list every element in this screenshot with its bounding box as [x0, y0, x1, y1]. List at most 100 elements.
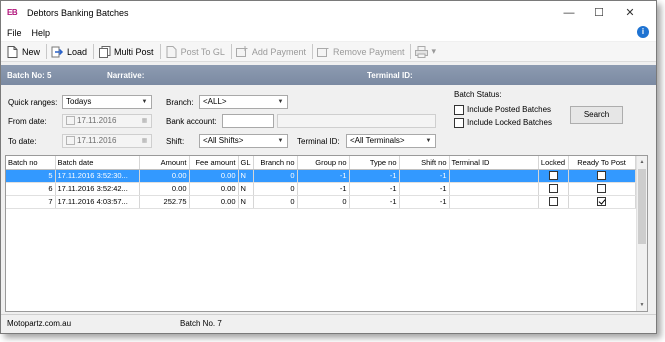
cell-gl: N — [238, 169, 254, 183]
table-row[interactable]: 5 17.11.2016 3:52:30... 0.00 0.00 N 0 -1 -1 -1 — [6, 169, 636, 183]
scroll-down-icon[interactable]: ▼ — [637, 299, 647, 311]
status-batch: Batch No. 7 — [180, 319, 222, 328]
empty-cell — [297, 208, 349, 221]
empty-cell — [55, 260, 139, 273]
add-payment-button[interactable]: Add Payment — [234, 43, 310, 61]
close-button[interactable]: ✕ — [615, 1, 645, 24]
grid-vertical-scrollbar[interactable]: ▲ ▼ — [636, 156, 647, 311]
cell-group-no: -1 — [297, 182, 350, 196]
empty-cell — [297, 234, 349, 247]
new-button[interactable]: New — [4, 43, 44, 61]
column-header[interactable]: Branch no — [253, 156, 298, 170]
empty-cell — [55, 234, 139, 247]
shift-label: Shift: — [166, 137, 185, 146]
empty-cell — [349, 247, 399, 260]
cell-amount: 0.00 — [139, 182, 190, 196]
column-header[interactable]: Shift no — [399, 156, 450, 170]
quick-ranges-select[interactable]: Todays ▼ — [62, 95, 152, 109]
column-header[interactable]: Locked — [538, 156, 569, 170]
empty-cell — [238, 234, 253, 247]
empty-cell — [238, 208, 253, 221]
include-locked-checkbox[interactable] — [454, 118, 464, 128]
to-date-picker[interactable]: 17.11.2016 ▦ — [62, 134, 152, 148]
empty-cell — [238, 286, 253, 299]
empty-cell — [399, 273, 449, 286]
print-dropdown-button[interactable]: ▾ — [413, 43, 440, 61]
maximize-button[interactable]: ☐ — [584, 1, 614, 24]
ready-to-post-checkbox[interactable] — [597, 184, 607, 194]
cell-locked — [538, 195, 569, 209]
empty-cell — [238, 273, 253, 286]
column-header[interactable]: Ready To Post — [568, 156, 636, 170]
bank-account-label: Bank account: — [166, 117, 217, 126]
batch-no-info: Batch No: 5 — [7, 70, 52, 80]
column-header[interactable]: Group no — [297, 156, 350, 170]
table-row[interactable]: 6 17.11.2016 3:52:42... 0.00 0.00 N 0 -1 -1 -1 — [6, 182, 636, 196]
scroll-thumb[interactable] — [638, 169, 646, 244]
empty-cell — [297, 247, 349, 260]
branch-select[interactable]: <ALL> ▼ — [199, 95, 288, 109]
empty-cell — [568, 247, 635, 260]
terminal-id-select[interactable]: <All Terminals> ▼ — [346, 134, 436, 148]
new-document-icon — [6, 45, 19, 58]
menu-help[interactable]: Help — [32, 28, 51, 38]
empty-cell — [253, 247, 297, 260]
info-icon[interactable]: i — [637, 26, 649, 38]
remove-payment-button[interactable]: Remove Payment — [315, 43, 409, 61]
empty-cell — [139, 299, 189, 312]
search-button[interactable]: Search — [570, 106, 623, 124]
empty-cell — [399, 299, 449, 312]
table-row[interactable]: 7 17.11.2016 4:03:57... 252.75 0.00 N 0 0 -1 -1 — [6, 195, 636, 209]
load-label: Load — [67, 46, 88, 57]
to-date-enable-checkbox[interactable] — [66, 136, 75, 145]
include-posted-checkbox[interactable] — [454, 105, 464, 115]
locked-checkbox[interactable] — [548, 184, 558, 194]
empty-cell — [238, 247, 253, 260]
empty-cell — [449, 260, 538, 273]
column-header[interactable]: GL — [238, 156, 254, 170]
empty-cell — [189, 299, 238, 312]
scroll-up-icon[interactable]: ▲ — [637, 156, 647, 168]
column-header[interactable]: Terminal ID — [449, 156, 539, 170]
empty-cell — [568, 260, 635, 273]
empty-cell — [538, 208, 568, 221]
locked-checkbox[interactable] — [548, 197, 558, 207]
empty-cell — [449, 273, 538, 286]
column-header[interactable]: Batch date — [55, 156, 140, 170]
locked-checkbox[interactable] — [548, 171, 558, 181]
from-date-enable-checkbox[interactable] — [66, 116, 75, 125]
empty-cell — [139, 273, 189, 286]
empty-cell — [189, 234, 238, 247]
menu-file[interactable]: File — [7, 28, 22, 38]
cell-batch-no: 6 — [6, 182, 56, 196]
cell-terminal-id — [449, 169, 539, 183]
empty-row — [6, 247, 635, 260]
filter-panel: Quick ranges: Todays ▼ From date: 17.11.… — [1, 85, 656, 155]
post-to-gl-button[interactable]: Post To GL — [163, 43, 229, 61]
multi-post-button[interactable]: Multi Post — [96, 43, 158, 61]
from-date-label: From date: — [8, 117, 47, 126]
empty-cell — [297, 286, 349, 299]
empty-cell — [568, 221, 635, 234]
empty-cell — [189, 286, 238, 299]
bank-account-input[interactable] — [222, 114, 274, 128]
ready-to-post-checkbox[interactable] — [597, 171, 607, 181]
toolbar-separator — [93, 44, 95, 59]
column-header[interactable]: Amount — [139, 156, 190, 170]
cell-fee-amount: 0.00 — [189, 169, 239, 183]
column-header[interactable]: Type no — [349, 156, 400, 170]
column-header[interactable]: Fee amount — [189, 156, 239, 170]
ready-to-post-checkbox[interactable] — [597, 197, 607, 207]
shift-select[interactable]: <All Shifts> ▼ — [199, 134, 288, 148]
empty-cell — [139, 260, 189, 273]
empty-cell — [6, 286, 55, 299]
from-date-picker[interactable]: 17.11.2016 ▦ — [62, 114, 152, 128]
cell-gl: N — [238, 195, 254, 209]
empty-cell — [238, 299, 253, 312]
empty-cell — [253, 273, 297, 286]
column-header[interactable]: Batch no — [6, 156, 56, 170]
minimize-button[interactable]: — — [554, 1, 584, 24]
empty-cell — [399, 221, 449, 234]
empty-cell — [399, 234, 449, 247]
load-button[interactable]: Load — [49, 43, 91, 61]
